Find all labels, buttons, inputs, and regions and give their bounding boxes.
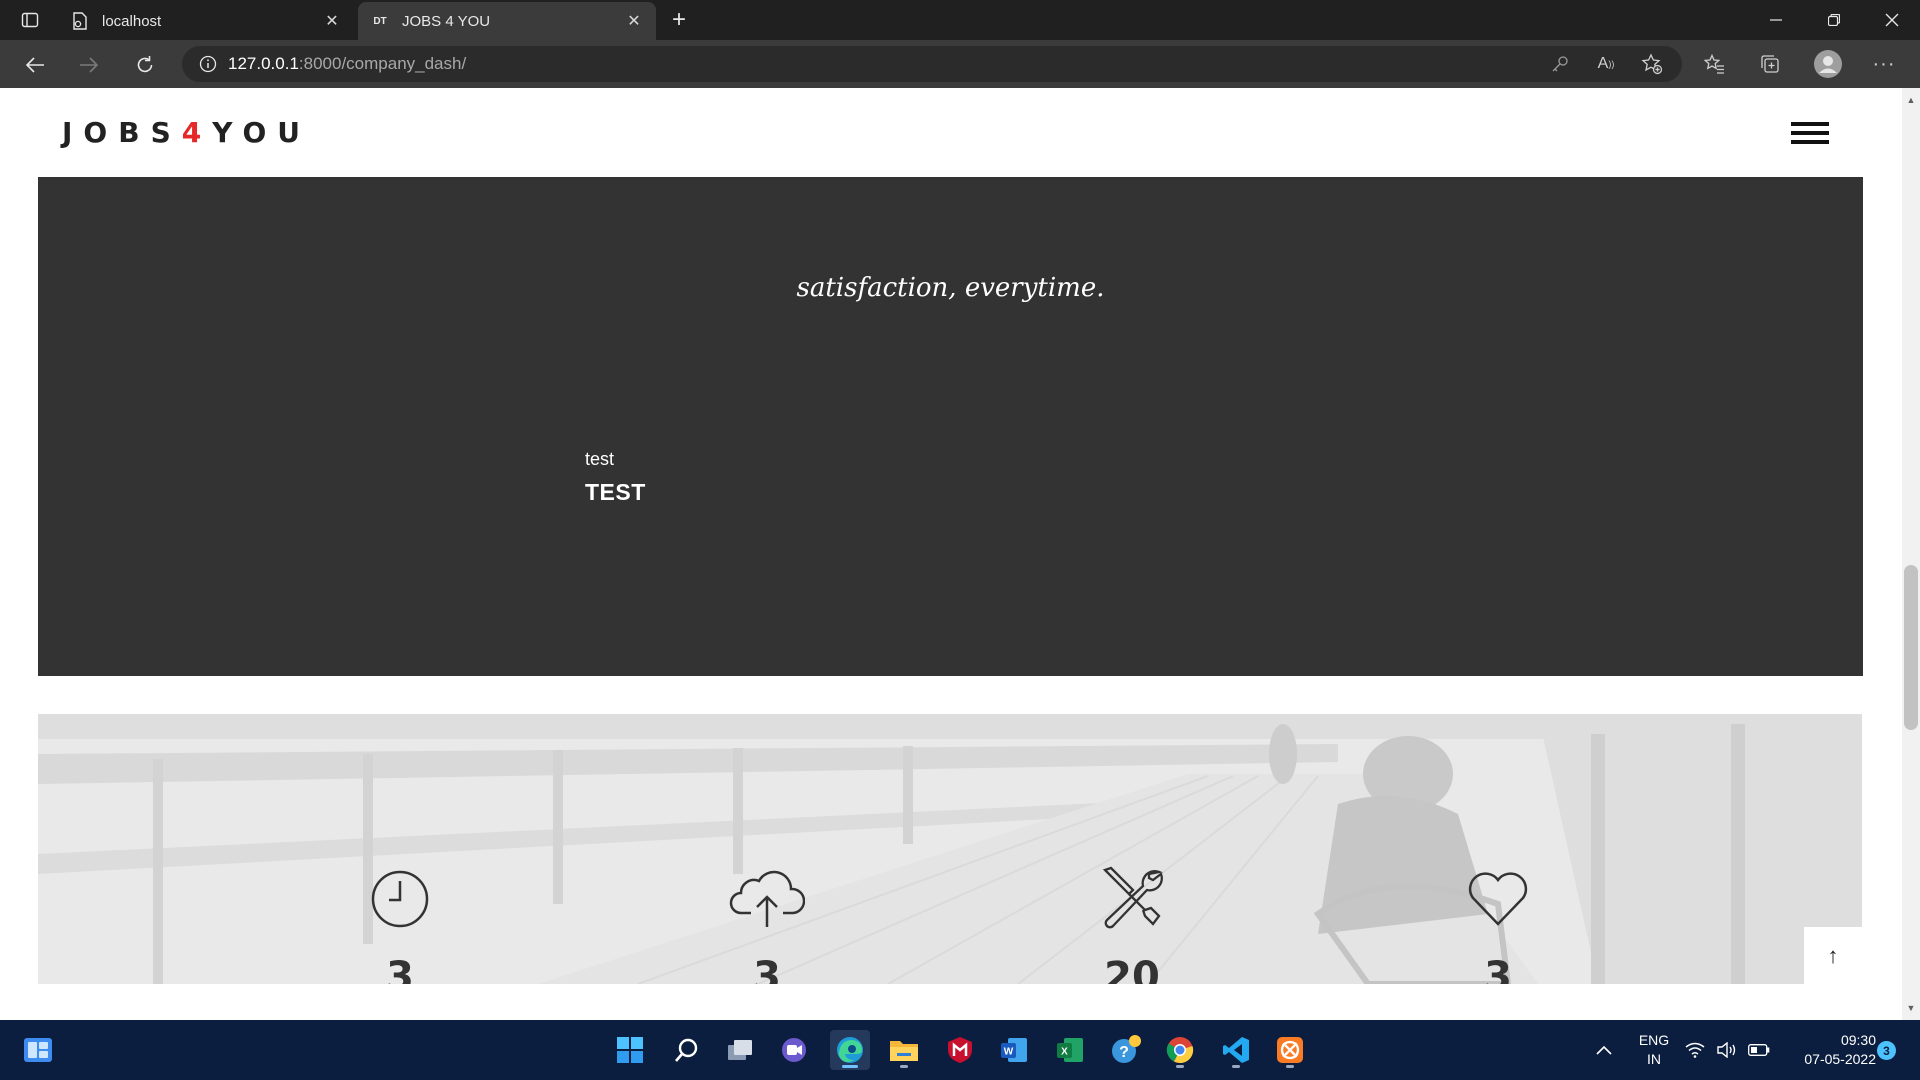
edge-browser-icon[interactable] <box>830 1030 870 1070</box>
chevron-up-icon[interactable] <box>1584 1030 1624 1070</box>
browser-toolbar: 127.0.0.1:8000/company_dash/ A)) ··· <box>0 40 1920 88</box>
favorites-icon[interactable] <box>1696 46 1732 82</box>
clock-icon <box>360 864 440 934</box>
stat-value: 3 <box>753 954 781 984</box>
refresh-icon[interactable] <box>128 48 162 82</box>
testimonial-tagline: satisfaction, everytime. <box>796 273 1105 303</box>
address-bar[interactable]: 127.0.0.1:8000/company_dash/ <box>182 46 1682 82</box>
collections-icon[interactable] <box>1752 46 1788 82</box>
notification-badge[interactable]: 3 <box>1877 1041 1896 1060</box>
close-tab-icon[interactable]: ✕ <box>620 7 648 35</box>
wifi-icon[interactable] <box>1680 1030 1710 1070</box>
start-windows-icon[interactable] <box>610 1030 650 1070</box>
scroll-up-icon[interactable]: ▲ <box>1902 92 1920 108</box>
url-text: 127.0.0.1:8000/company_dash/ <box>228 54 467 73</box>
back-arrow-icon[interactable] <box>18 48 52 82</box>
windows-taskbar: W X ? ENG IN 09:30 07-05-2022 <box>0 1020 1920 1080</box>
web-page: JOBS4YOU satisfaction, everytime. test T… <box>0 88 1902 1020</box>
stat-item: 20 <box>1052 714 1212 984</box>
stat-item: 3 <box>320 714 480 984</box>
restore-icon[interactable] <box>1806 0 1862 40</box>
system-clock[interactable]: 09:30 07-05-2022 <box>1780 1031 1876 1069</box>
tab-title: localhost <box>102 12 162 30</box>
volume-icon[interactable] <box>1712 1030 1742 1070</box>
language-indicator[interactable]: ENG IN <box>1636 1031 1672 1069</box>
file-explorer-icon[interactable] <box>884 1030 924 1070</box>
tab-title: JOBS 4 YOU <box>402 12 491 30</box>
get-help-icon[interactable]: ? <box>1106 1030 1146 1070</box>
chrome-icon[interactable] <box>1160 1030 1200 1070</box>
forward-arrow-icon[interactable] <box>72 48 106 82</box>
stat-item: 3 <box>687 714 847 984</box>
more-options-icon[interactable]: ··· <box>1866 46 1902 82</box>
page-scrollbar[interactable] <box>1902 88 1920 1020</box>
vscode-icon[interactable] <box>1216 1030 1256 1070</box>
tab-actions-icon[interactable] <box>16 6 44 34</box>
browser-tab-bar: localhost ✕ DT JOBS 4 YOU ✕ + <box>0 0 1920 40</box>
close-window-icon[interactable] <box>1864 0 1920 40</box>
add-favorite-icon[interactable] <box>1634 46 1670 82</box>
minimize-icon[interactable] <box>1748 0 1804 40</box>
pier-background-image <box>38 714 1862 984</box>
scroll-down-icon[interactable]: ▼ <box>1902 1000 1920 1016</box>
profile-avatar-icon[interactable] <box>1810 46 1846 82</box>
svg-text:X: X <box>1061 1047 1068 1058</box>
stats-section: 3 3 20 3 <box>38 714 1862 984</box>
testimonial-section: satisfaction, everytime. test TEST <box>38 177 1863 676</box>
page-with-gear-icon <box>70 11 90 31</box>
site-header: JOBS4YOU <box>0 88 1902 176</box>
stat-value: 20 <box>1104 954 1160 984</box>
testimonial-text: test <box>585 449 615 469</box>
teams-chat-icon[interactable] <box>774 1030 814 1070</box>
widgets-icon[interactable] <box>18 1030 58 1070</box>
tools-icon <box>1092 864 1172 934</box>
site-info-icon[interactable] <box>190 46 226 82</box>
tab-localhost[interactable]: localhost ✕ <box>58 2 354 40</box>
heart-icon <box>1458 864 1538 934</box>
back-to-top-button[interactable]: ↑ <box>1804 927 1862 985</box>
word-icon[interactable]: W <box>994 1030 1034 1070</box>
read-aloud-icon[interactable]: A)) <box>1588 46 1624 82</box>
site-logo[interactable]: JOBS4YOU <box>62 116 311 149</box>
stat-item: 3 <box>1418 714 1578 984</box>
new-tab-icon[interactable]: + <box>665 6 693 34</box>
excel-icon[interactable]: X <box>1050 1030 1090 1070</box>
hamburger-menu-icon[interactable] <box>1791 122 1829 148</box>
testimonial-author: TEST <box>585 479 646 505</box>
battery-icon[interactable] <box>1744 1030 1774 1070</box>
task-view-icon[interactable] <box>720 1030 760 1070</box>
search-icon[interactable] <box>666 1030 706 1070</box>
mcafee-icon[interactable] <box>940 1030 980 1070</box>
cloud-upload-icon <box>727 864 807 934</box>
xampp-icon[interactable] <box>1270 1030 1310 1070</box>
tab-jobs4you[interactable]: DT JOBS 4 YOU ✕ <box>358 2 656 40</box>
favicon: DT <box>373 15 387 27</box>
svg-text:W: W <box>1004 1047 1014 1058</box>
stat-value: 3 <box>386 954 414 984</box>
scrollbar-thumb[interactable] <box>1904 565 1918 730</box>
stat-value: 3 <box>1484 954 1512 984</box>
key-icon[interactable] <box>1542 46 1578 82</box>
svg-text:?: ? <box>1119 1044 1129 1061</box>
close-tab-icon[interactable]: ✕ <box>318 7 346 35</box>
